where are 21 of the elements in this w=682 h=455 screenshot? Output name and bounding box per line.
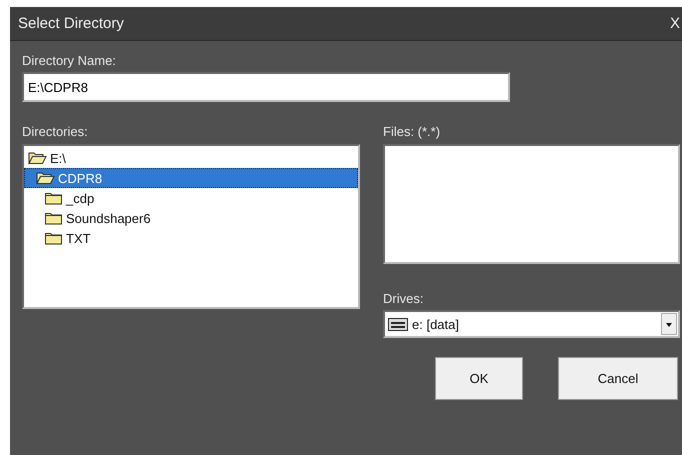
close-button[interactable]: X — [670, 15, 682, 32]
directory-item[interactable]: _cdp — [24, 188, 358, 208]
directory-name-label: Directory Name: — [22, 53, 117, 68]
directory-name-field[interactable]: E:\CDPR8 — [22, 72, 510, 102]
directory-item[interactable]: TXT — [24, 228, 358, 248]
folder-icon — [44, 191, 63, 205]
directories-label: Directories: — [22, 124, 89, 139]
folder-icon — [44, 231, 63, 245]
directory-item[interactable]: CDPR8 — [24, 168, 358, 188]
drives-label: Drives: — [383, 291, 424, 306]
open-folder-icon — [28, 151, 47, 165]
files-label: Files: (*.*) — [383, 124, 442, 139]
cancel-button[interactable]: Cancel — [558, 357, 678, 400]
window-title: Select Directory — [17, 15, 124, 32]
drives-dropdown[interactable]: e: [data] — [383, 310, 680, 338]
drive-icon — [388, 318, 408, 330]
folder-icon — [44, 211, 63, 225]
directory-item[interactable]: E:\ — [24, 148, 358, 168]
open-folder-icon — [36, 171, 55, 185]
ok-button[interactable]: OK — [435, 357, 523, 400]
directory-item[interactable]: Soundshaper6 — [24, 208, 358, 228]
